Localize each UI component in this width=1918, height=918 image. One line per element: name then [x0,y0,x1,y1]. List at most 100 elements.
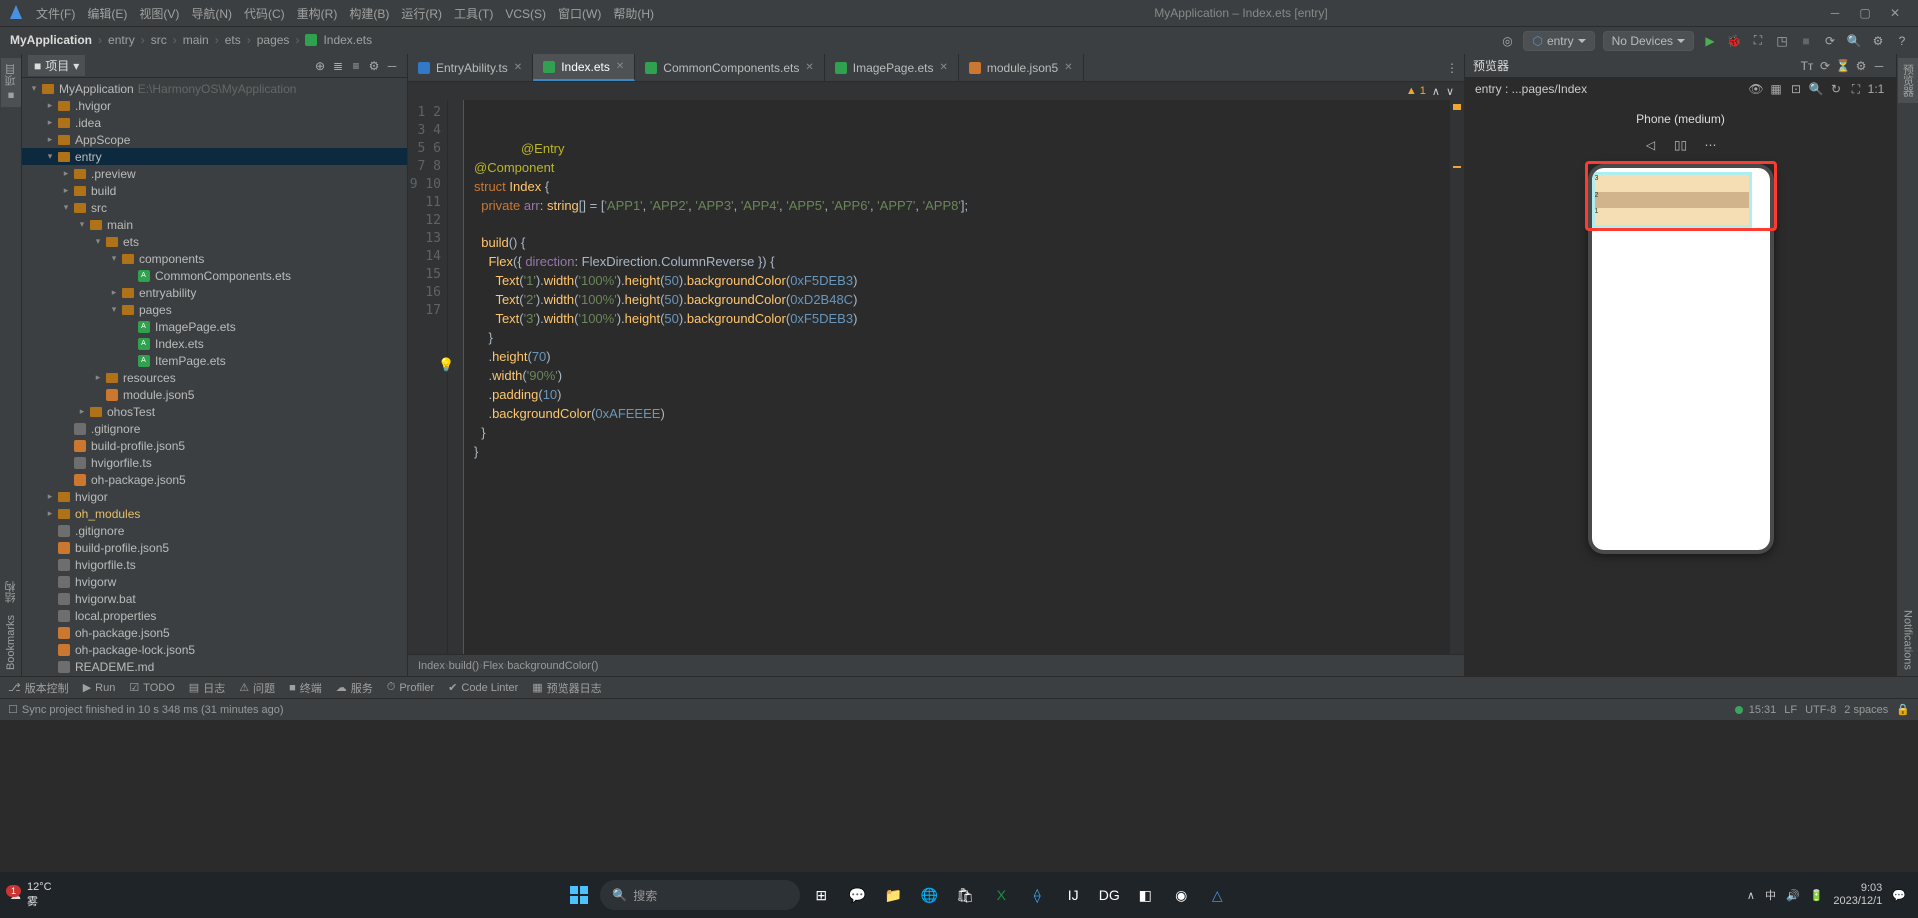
module-selector[interactable]: ⬡entry [1523,31,1594,51]
menu-item[interactable]: 视图(V) [135,7,183,21]
bottom-tool-3[interactable]: ▤日志 [189,680,225,696]
editor-tab[interactable]: Index.ets✕ [533,54,635,81]
breadcrumb-item[interactable]: pages [255,33,292,47]
menu-item[interactable]: 构建(B) [345,7,393,21]
tree-row[interactable]: .gitignore [22,522,407,539]
tree-row[interactable]: ▸ build [22,182,407,199]
tree-row[interactable]: ▸ ohosTest [22,403,407,420]
back-icon[interactable]: ◁ [1642,136,1660,154]
editor-tab[interactable]: CommonComponents.ets✕ [635,54,824,81]
tree-row[interactable]: ▾ entry [22,148,407,165]
tree-row[interactable]: ▸ .idea [22,114,407,131]
target-icon[interactable]: ◎ [1499,33,1515,49]
tree-row[interactable]: READEME.md [22,658,407,675]
breadcrumb-item[interactable]: Index.ets [303,33,374,47]
breadcrumb-item[interactable]: main [181,33,211,47]
tree-row[interactable]: hvigorfile.ts [22,454,407,471]
close-icon[interactable]: ✕ [1880,6,1910,20]
debug-icon[interactable]: 🐞 [1726,33,1742,49]
run-icon[interactable]: ▶ [1702,33,1718,49]
tree-row[interactable]: ▾ MyApplication E:\HarmonyOS\MyApplicati… [22,80,407,97]
menu-item[interactable]: 帮助(H) [609,7,658,21]
weather-widget[interactable]: ☁1 12°C雾 [0,881,62,909]
editor-tab[interactable]: ImagePage.ets✕ [825,54,959,81]
tree-row[interactable]: ▸ hvigor [22,488,407,505]
editor-tab[interactable]: EntryAbility.ts✕ [408,54,533,81]
tree-row[interactable]: hvigorw [22,573,407,590]
tab-menu-icon[interactable]: ⋮ [1446,61,1458,75]
bottom-tool-0[interactable]: ⎇版本控制 [8,680,69,696]
one-to-one-icon[interactable]: 1:1 [1866,82,1886,96]
inspect-icon[interactable]: Tт [1798,59,1816,73]
bottom-tool-6[interactable]: ☁服务 [336,680,373,696]
file-tree[interactable]: ▾ MyApplication E:\HarmonyOS\MyApplicati… [22,78,407,676]
tree-row[interactable]: hvigorw.bat [22,590,407,607]
edge-icon[interactable]: 🌐 [914,880,944,910]
eol-status[interactable]: LF [1784,704,1797,716]
start-button[interactable] [564,880,594,910]
bookmarks-tab[interactable]: Bookmarks [3,609,19,676]
notifications-tab[interactable]: 预览器 [1898,58,1918,103]
lock-icon[interactable]: 🔒 [1896,703,1910,716]
tree-row[interactable]: ▸ entryability [22,284,407,301]
structure-tab[interactable]: 结构 [1,575,21,609]
rotate-icon[interactable]: ↻ [1826,82,1846,96]
stop-icon[interactable]: ■ [1798,33,1814,49]
battery-icon[interactable]: 🔋 [1810,889,1824,902]
store-icon[interactable]: 🛍 [950,880,980,910]
tree-row[interactable]: local.properties [22,607,407,624]
menu-item[interactable]: 运行(R) [397,7,446,21]
bottom-tool-2[interactable]: ☑TODO [129,681,174,694]
split-icon[interactable]: ▯▯ [1672,136,1690,154]
explorer-icon[interactable]: 📁 [878,880,908,910]
refresh-icon[interactable]: ⟳ [1816,59,1834,73]
device-selector[interactable]: No Devices [1603,31,1694,51]
tree-row[interactable]: build-profile.json5 [22,539,407,556]
expand-all-icon[interactable]: ≣ [329,59,347,73]
encoding-status[interactable]: UTF-8 [1805,704,1836,716]
menu-item[interactable]: 导航(N) [187,7,236,21]
bottom-tool-7[interactable]: ⏱Profiler [387,681,434,694]
idea-icon[interactable]: IJ [1058,880,1088,910]
tree-row[interactable]: ▸ resources [22,369,407,386]
tree-row[interactable]: hvigorfile.ts [22,556,407,573]
tree-row[interactable]: ▸ AppScope [22,131,407,148]
tree-row[interactable]: oh-package.json5 [22,471,407,488]
taskbar-clock[interactable]: 9:03 2023/12/1 [1833,882,1882,908]
menu-item[interactable]: 重构(R) [293,7,342,21]
zoom-out-icon[interactable]: 🔍 [1806,82,1826,96]
tree-settings-icon[interactable]: ⚙ [365,59,383,73]
tree-row[interactable]: build-profile.json5 [22,437,407,454]
devEco-icon[interactable]: △ [1202,880,1232,910]
tree-row[interactable]: ▸ .preview [22,165,407,182]
menu-item[interactable]: VCS(S) [501,7,550,21]
tree-row[interactable]: A ItemPage.ets [22,352,407,369]
tree-title[interactable]: ■ 项目 ▾ [28,55,85,76]
collapse-all-icon[interactable]: ≡ [347,59,365,73]
editor-tab[interactable]: module.json5✕ [959,54,1084,81]
fit-icon[interactable]: ⊡ [1786,82,1806,96]
clock-status[interactable]: 15:31 [1749,704,1777,716]
menu-item[interactable]: 文件(F) [32,7,79,21]
tree-row[interactable]: A Index.ets [22,335,407,352]
ime-icon[interactable]: 中 [1765,887,1776,903]
breadcrumb-item[interactable]: entry [106,33,137,47]
chrome-icon[interactable]: ◉ [1166,880,1196,910]
hide-icon[interactable]: ─ [383,59,401,73]
wifi-icon[interactable]: 🔊 [1786,889,1800,902]
excel-icon[interactable]: X [986,880,1016,910]
grid-icon[interactable]: ▦ [1766,82,1786,96]
vscode-icon[interactable]: ⟠ [1022,880,1052,910]
bottom-tool-8[interactable]: ✔Code Linter [448,681,518,694]
system-tray[interactable]: ∧ 中 🔊 🔋 9:03 2023/12/1 💬 [1735,882,1918,908]
menu-item[interactable]: 工具(T) [450,7,497,21]
warnings-badge[interactable]: ▲ 1 [1406,85,1426,97]
close-tab-icon[interactable]: ✕ [514,62,522,73]
preview-settings-icon[interactable]: ⚙ [1852,59,1870,73]
tree-row[interactable]: ▸ oh_modules [22,505,407,522]
breadcrumb-item[interactable]: MyApplication [8,33,94,47]
indent-status[interactable]: 2 spaces [1844,704,1888,716]
tree-row[interactable]: module.json5 [22,386,407,403]
tree-row[interactable]: ▸⊪ 外部库 [22,675,407,676]
tree-row[interactable]: oh-package.json5 [22,624,407,641]
